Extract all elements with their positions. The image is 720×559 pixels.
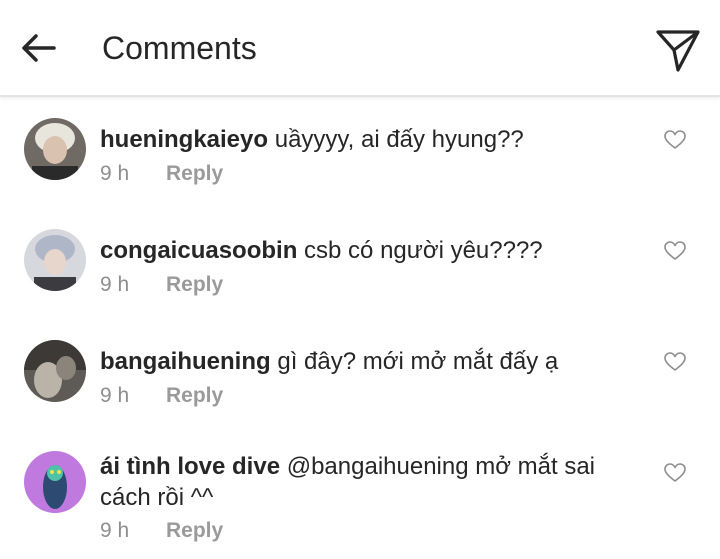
like-button[interactable] [664,352,686,372]
send-icon [656,30,700,72]
back-button[interactable] [18,28,58,68]
comment-time: 9 h [100,162,130,185]
comment-text: congaicuasoobin csb có người yêu???? [100,235,640,266]
comment-username[interactable]: ái tình love dive [100,453,280,480]
comment-meta: 9 h Reply [100,384,223,408]
reply-button[interactable]: Reply [166,384,223,407]
comment-username[interactable]: congaicuasoobin [100,237,297,264]
comment-text: ái tình love dive @bangaihuening mở mắt … [100,451,640,513]
top-bar: Comments [0,0,720,97]
heart-outline-icon [664,463,686,482]
like-button[interactable] [664,241,686,261]
heart-outline-icon [664,130,686,149]
like-button[interactable] [664,130,686,150]
share-button[interactable] [652,24,704,76]
avatar[interactable] [24,118,86,180]
page-title: Comments [102,30,257,66]
reply-button[interactable]: Reply [166,273,223,296]
comment-username[interactable]: bangaihuening [100,348,271,375]
avatar[interactable] [24,340,86,402]
heart-outline-icon [664,352,686,371]
heart-outline-icon [664,241,686,260]
comment-body: uầyyyy, ai đấy hyung?? [274,126,524,153]
comment-meta: 9 h Reply [100,162,223,186]
avatar[interactable] [24,229,86,291]
reply-button[interactable]: Reply [166,519,223,542]
like-button[interactable] [664,463,686,483]
reply-button[interactable]: Reply [166,162,223,185]
comment-meta: 9 h Reply [100,273,223,297]
comment-text: bangaihuening gì đây? mới mở mắt đấy ạ [100,346,640,377]
avatar[interactable] [24,451,86,513]
comment-time: 9 h [100,273,130,296]
comment-meta: 9 h Reply [100,519,223,543]
arrow-left-icon [22,34,56,62]
comment-body: csb có người yêu???? [304,237,543,264]
comment-username[interactable]: hueningkaieyo [100,126,268,153]
comment-time: 9 h [100,519,130,542]
comment-body: gì đây? mới mở mắt đấy ạ [277,348,559,375]
comment-text: hueningkaieyo uầyyyy, ai đấy hyung?? [100,124,640,155]
comment-time: 9 h [100,384,130,407]
